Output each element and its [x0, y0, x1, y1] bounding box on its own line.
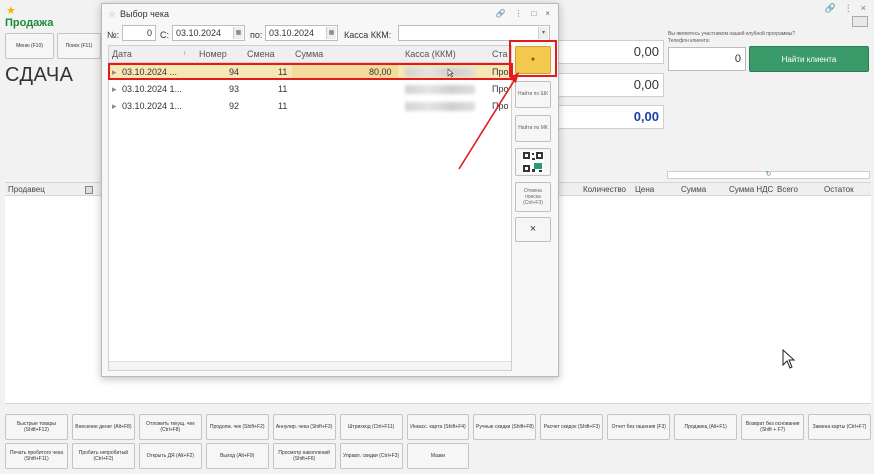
- dialog-title: Выбор чека: [120, 9, 169, 19]
- dialog-more-icon[interactable]: ⋮: [514, 9, 522, 18]
- print-check-button[interactable]: Печать пробитого чека (Shift+F11): [5, 443, 68, 469]
- window-menu-button[interactable]: [852, 16, 868, 27]
- number-label: №:: [107, 30, 120, 40]
- col-total[interactable]: Всего: [777, 183, 798, 196]
- number-input[interactable]: 0: [122, 25, 156, 41]
- view-savings-button[interactable]: Просмотр накоплений (Shift+F6): [272, 443, 336, 469]
- to-calendar-icon[interactable]: ▦: [326, 27, 336, 39]
- menu-button-label: Меню (F10): [16, 42, 43, 49]
- checks-table-header: Дата ↑ Номер Смена Сумма Касса (ККМ) Ста: [109, 46, 511, 63]
- row-date: 03.10.2024 1...: [122, 84, 183, 94]
- continue-check-button[interactable]: Продолж. чек (Shift+F2): [205, 414, 269, 440]
- link-icon[interactable]: 🔗: [825, 3, 836, 14]
- manual-discounts-button[interactable]: Ручные скидки (Shift+F8): [473, 414, 537, 440]
- search-button-label: Поиск (F11): [65, 42, 93, 49]
- return-no-basis-button[interactable]: Возврат без основания (Shift + F7): [741, 414, 805, 440]
- row-icon: ▸: [112, 84, 117, 94]
- dialog-link-icon[interactable]: 🔗: [496, 9, 506, 18]
- close-icon[interactable]: ×: [861, 3, 866, 14]
- postpone-check-button[interactable]: Отложить текущ. чек (Ctrl+F8): [138, 414, 202, 440]
- client-question: Вы являетесь участником нашей клубной пр…: [668, 31, 858, 44]
- dialog-close-button[interactable]: ×: [515, 217, 551, 242]
- dialog-maximize-icon[interactable]: □: [531, 9, 536, 18]
- col-remain[interactable]: Остаток: [824, 183, 854, 196]
- row-shift: 11: [278, 101, 288, 111]
- seller-button[interactable]: Продавец (Alt+F1): [674, 414, 738, 440]
- col-price[interactable]: Цена: [635, 183, 654, 196]
- table-row[interactable]: ▸ 03.10.2024 1... 92 11 Про: [109, 99, 511, 114]
- from-calendar-icon[interactable]: ▦: [233, 27, 243, 39]
- row-number: 93: [229, 84, 240, 94]
- row-shift: 11: [278, 84, 288, 94]
- to-date-input[interactable]: 03.10.2024 ▦: [265, 25, 338, 41]
- kkm-select[interactable]: ▾: [398, 25, 550, 41]
- row-number: 92: [229, 101, 240, 111]
- bottom-button-panel: Быстрые товары (Shift+F12) Внесение дене…: [5, 414, 871, 470]
- dialog-close-icon[interactable]: ×: [545, 9, 550, 18]
- cancel-check-button[interactable]: Аннулир. чека (Shift+F3): [272, 414, 336, 440]
- th-sum[interactable]: Сумма: [295, 46, 323, 63]
- total-field-3: 0,00: [554, 105, 664, 129]
- row-date: 03.10.2024 1...: [122, 101, 183, 111]
- th-shift[interactable]: Смена: [247, 46, 275, 63]
- total-field-2: 0,00: [554, 73, 664, 97]
- favorite-star-icon[interactable]: ★: [6, 4, 16, 17]
- collection-card-button[interactable]: Инкасс. карта (Shift+F4): [406, 414, 470, 440]
- punch-unpunched-button[interactable]: Пробить непробитый (Ctrl+F2): [71, 443, 135, 469]
- menu-button[interactable]: Меню (F10): [5, 33, 54, 59]
- check-selection-dialog: ☆ Выбор чека 🔗 ⋮ □ × №: 0 С: 03.10.2024 …: [101, 3, 559, 377]
- more-icon[interactable]: ⋮: [844, 3, 853, 14]
- horizontal-scrollbar[interactable]: [109, 361, 511, 370]
- app-title: Продажа: [5, 17, 54, 29]
- annotation-arrow-icon: [458, 72, 519, 170]
- refresh-icon[interactable]: ↻: [667, 171, 870, 179]
- kkm-dropdown-icon[interactable]: ▾: [538, 27, 548, 39]
- from-date-input[interactable]: 03.10.2024 ▦: [172, 25, 245, 41]
- open-drawer-button[interactable]: Открыть ДЯ (Alt+F2): [138, 443, 202, 469]
- from-date-value: 03.10.2024: [176, 28, 222, 38]
- kkm-label: Касса ККМ:: [344, 30, 392, 40]
- pointer-cursor-icon: [447, 68, 454, 78]
- to-date-value: 03.10.2024: [269, 28, 315, 38]
- from-label: С:: [160, 30, 169, 40]
- cancel-search-button[interactable]: Отмена поиска (Ctrl+F3): [515, 182, 551, 212]
- client-phone-input[interactable]: 0: [668, 47, 746, 71]
- change-label: СДАЧА: [5, 64, 74, 86]
- th-kkm[interactable]: Касса (ККМ): [405, 46, 456, 63]
- exit-button[interactable]: Выход (Alt+F9): [205, 443, 269, 469]
- checks-table: Дата ↑ Номер Смена Сумма Касса (ККМ) Ста…: [108, 45, 512, 371]
- cancel-search-label: Отмена поиска (Ctrl+F3): [523, 187, 543, 207]
- calc-discounts-button[interactable]: Расчет скидок (Shift+F3): [540, 414, 604, 440]
- table-row[interactable]: ▸ 03.10.2024 1... 93 11 Про: [109, 82, 511, 97]
- th-status[interactable]: Ста: [492, 46, 508, 63]
- total-field-1: 0,00: [554, 40, 664, 64]
- client-phone-label: Телефон клиента:: [668, 37, 711, 44]
- dialog-star-icon[interactable]: ☆: [108, 9, 116, 20]
- quick-goods-button[interactable]: Быстрые товары (Shift+F12): [5, 414, 68, 440]
- col-sum[interactable]: Сумма: [681, 183, 706, 196]
- search-button[interactable]: Поиск (F11): [57, 33, 101, 59]
- col-vat[interactable]: Сумма НДС: [729, 183, 773, 196]
- window-controls: 🔗 ⋮ ×: [825, 3, 866, 14]
- replace-card-button[interactable]: Замена карты (Ctrl+F7): [808, 414, 871, 440]
- x-report-button[interactable]: Отчет без гашения (F3): [607, 414, 671, 440]
- to-label: по:: [250, 30, 263, 40]
- smears-button[interactable]: Мазки: [406, 443, 470, 469]
- barcode-button[interactable]: Штрихкод (Ctrl+F11): [339, 414, 403, 440]
- manage-discounts-button[interactable]: Управл. скидки (Ctrl+F3): [339, 443, 403, 469]
- col-quantity[interactable]: Количество: [583, 183, 626, 196]
- th-date[interactable]: Дата: [112, 46, 132, 63]
- find-client-button[interactable]: Найти клиента: [749, 46, 869, 72]
- cash-in-button[interactable]: Внесение денег (Alt+F8): [71, 414, 135, 440]
- mouse-cursor-icon: [782, 349, 796, 369]
- dialog-window-controls: 🔗 ⋮ □ ×: [496, 9, 550, 18]
- sort-icon: ↑: [183, 51, 186, 57]
- col-seller[interactable]: Продавец: [8, 183, 45, 196]
- grid-settings-icon[interactable]: [85, 186, 93, 194]
- th-number[interactable]: Номер: [199, 46, 227, 63]
- row-icon: ▸: [112, 101, 117, 111]
